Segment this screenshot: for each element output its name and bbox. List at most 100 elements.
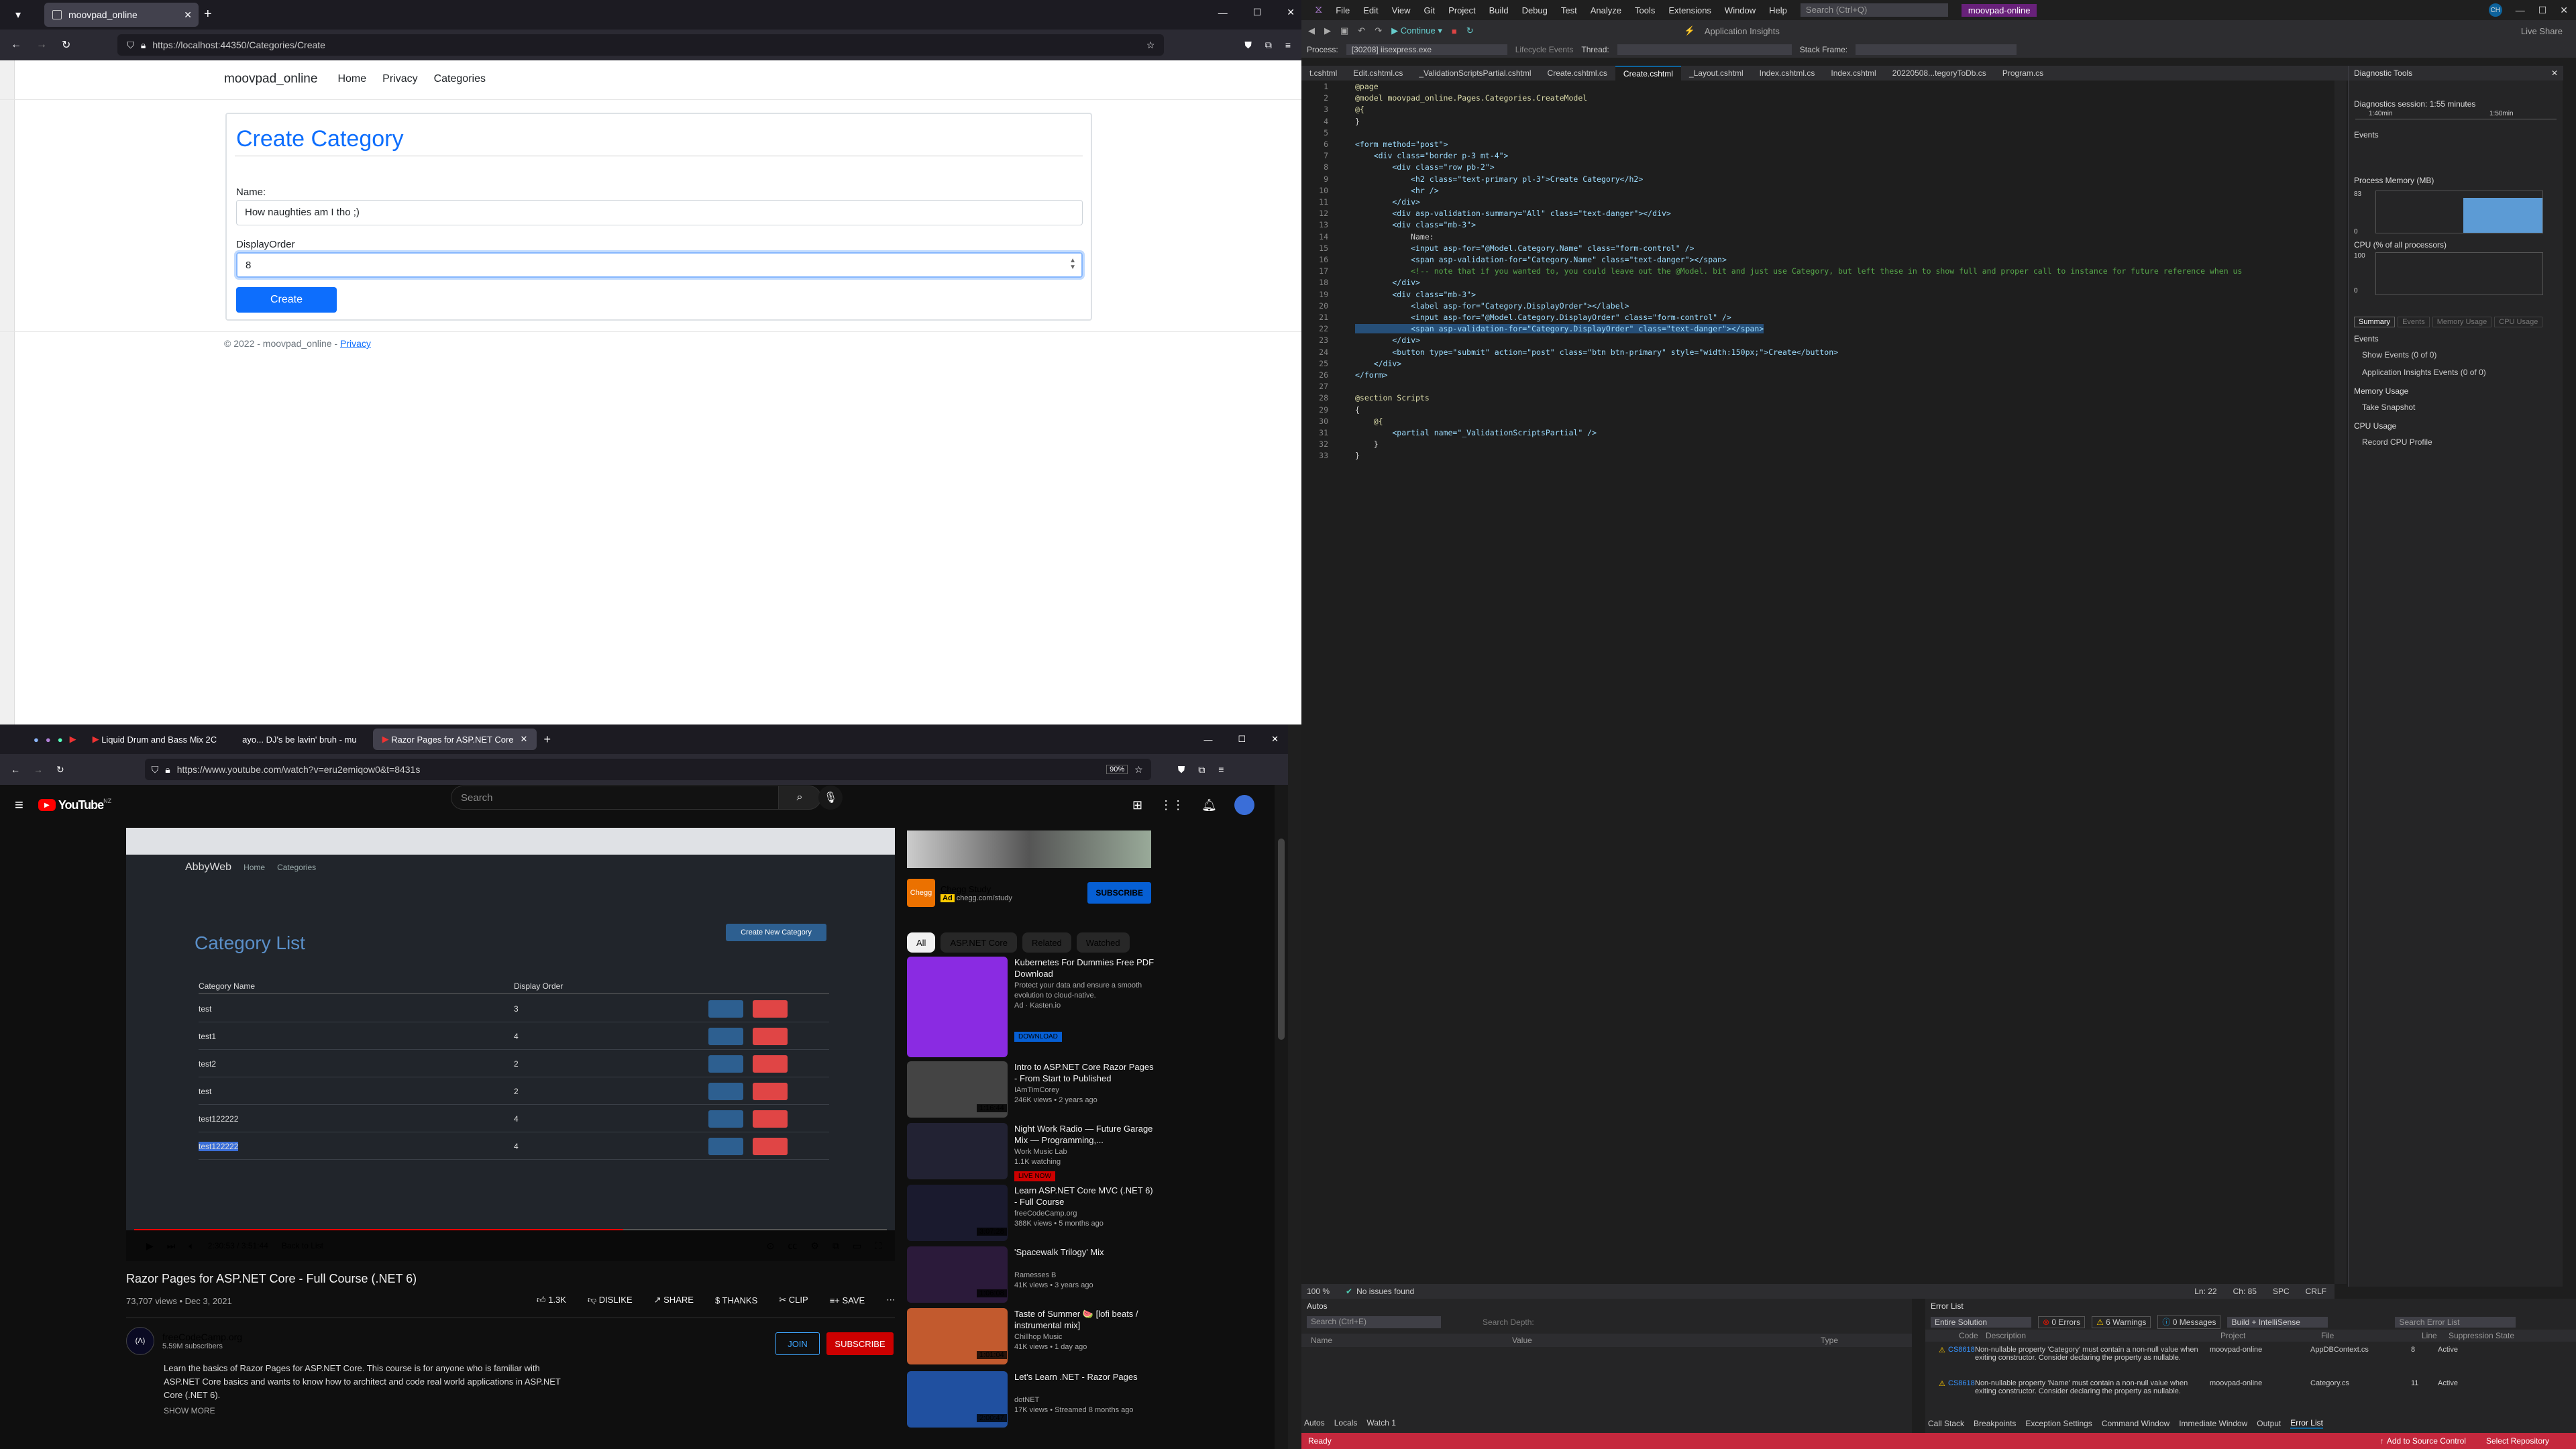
- extensions-icon[interactable]: ⧉: [1198, 764, 1205, 775]
- timeline-ruler[interactable]: 1:40min 1:50min: [2355, 110, 2557, 119]
- brand-link[interactable]: moovpad_online: [224, 72, 317, 87]
- next-icon[interactable]: ⏭: [167, 1240, 176, 1252]
- editor-scrollbar[interactable]: [2334, 80, 2347, 1284]
- show-more-link[interactable]: SHOW MORE: [164, 1406, 215, 1415]
- pinned-tab-icon[interactable]: ●: [34, 735, 39, 745]
- code-line[interactable]: }: [1355, 117, 1360, 126]
- ad-banner-image[interactable]: [907, 830, 1151, 868]
- tab-music-1[interactable]: ▶ Liquid Drum and Bass Mix 2C: [83, 729, 227, 750]
- create-icon[interactable]: ⊞: [1132, 798, 1142, 812]
- nav-privacy[interactable]: Privacy: [382, 73, 417, 85]
- menu-test[interactable]: Test: [1561, 5, 1577, 15]
- code-line[interactable]: </div>: [1355, 278, 1420, 287]
- code-line[interactable]: <input asp-for="@Model.Category.DisplayO…: [1355, 313, 1731, 322]
- issues-status[interactable]: No issues found: [1356, 1287, 1414, 1296]
- tab-exception-settings[interactable]: Exception Settings: [2025, 1419, 2092, 1428]
- stop-icon[interactable]: ■: [1452, 26, 1457, 36]
- bell-icon[interactable]: 🔔︎: [1201, 798, 1217, 812]
- stack-frame-select[interactable]: [1856, 44, 2017, 55]
- menu-build[interactable]: Build: [1489, 5, 1509, 15]
- nav-categories[interactable]: Categories: [434, 73, 486, 85]
- video-thumbnail[interactable]: [907, 1123, 1008, 1179]
- zoom-badge[interactable]: 90%: [1106, 765, 1128, 774]
- doc-tab[interactable]: 20220508...tegoryToDb.cs: [1884, 66, 1994, 80]
- code-line[interactable]: }: [1355, 439, 1379, 449]
- code-line[interactable]: <div class="mb-3">: [1355, 290, 1476, 299]
- autoplay-toggle[interactable]: ⊙: [767, 1240, 775, 1252]
- code-line[interactable]: <button type="submit" action="post" clas…: [1355, 347, 1838, 357]
- captions-icon[interactable]: ㏄: [788, 1239, 797, 1252]
- related-video[interactable]: Taste of Summer 🍉 [lofi beats / instrume…: [907, 1308, 1155, 1368]
- close-icon[interactable]: ✕: [184, 9, 192, 21]
- doc-tab[interactable]: _ValidationScriptsPartial.cshtml: [1411, 66, 1539, 80]
- back-icon[interactable]: ←: [11, 764, 20, 775]
- menu-analyze[interactable]: Analyze: [1591, 5, 1621, 15]
- process-select[interactable]: [30208] iisexpress.exe: [1346, 44, 1507, 55]
- related-video[interactable]: Learn ASP.NET Core MVC (.NET 6) - Full C…: [907, 1185, 1155, 1245]
- save-button[interactable]: ≡+ SAVE: [830, 1295, 865, 1305]
- menu-git[interactable]: Git: [1424, 5, 1436, 15]
- tab-breakpoints[interactable]: Breakpoints: [1974, 1419, 2016, 1428]
- thanks-button[interactable]: $ THANKS: [715, 1295, 757, 1305]
- code-line[interactable]: {: [1355, 405, 1360, 415]
- tab-events[interactable]: Events: [2398, 317, 2430, 327]
- chip-all[interactable]: All: [907, 932, 936, 953]
- close-window-icon[interactable]: ✕: [1287, 7, 1295, 18]
- footer-privacy-link[interactable]: Privacy: [340, 338, 371, 349]
- join-button[interactable]: JOIN: [775, 1332, 820, 1355]
- menu-tools[interactable]: Tools: [1635, 5, 1655, 15]
- video-title[interactable]: Night Work Radio — Future Garage Mix — P…: [1014, 1123, 1155, 1146]
- doc-tab[interactable]: Create.cshtml: [1615, 66, 1681, 80]
- minimize-icon[interactable]: —: [1203, 735, 1212, 745]
- error-code[interactable]: CS8618: [1948, 1346, 1975, 1354]
- doc-tab[interactable]: Index.cshtml: [1823, 66, 1884, 80]
- tab-watch[interactable]: Watch 1: [1366, 1418, 1396, 1428]
- maximize-icon[interactable]: ☐: [1238, 734, 1246, 745]
- menu-edit[interactable]: Edit: [1363, 5, 1378, 15]
- pocket-icon[interactable]: ⛊: [1244, 40, 1252, 51]
- error-code[interactable]: CS8618: [1948, 1379, 1975, 1387]
- restart-icon[interactable]: ↻: [1466, 25, 1474, 36]
- apps-icon[interactable]: ⋮⋮: [1160, 798, 1184, 812]
- code-line[interactable]: <span asp-validation-for="Category.Name"…: [1355, 255, 1727, 264]
- undo-icon[interactable]: ↶: [1358, 25, 1365, 36]
- chapter-label[interactable]: Back to List: [282, 1241, 323, 1250]
- tab-output[interactable]: Output: [2257, 1419, 2281, 1428]
- download-button[interactable]: DOWNLOAD: [1014, 1032, 1062, 1042]
- pocket-icon[interactable]: ⛊: [1178, 764, 1185, 775]
- lifecycle-events[interactable]: Lifecycle Events: [1515, 45, 1574, 54]
- doc-tab[interactable]: Index.cshtml.cs: [1752, 66, 1823, 80]
- add-source-control[interactable]: Add to Source Control: [2387, 1436, 2466, 1446]
- live-share-button[interactable]: Live Share: [2521, 26, 2563, 36]
- spinner-icon[interactable]: ▲ ▼: [1069, 258, 1076, 271]
- code-line[interactable]: @model moovpad_online.Pages.Categories.C…: [1355, 93, 1587, 103]
- video-thumbnail[interactable]: [907, 957, 1008, 1057]
- tab-music-2[interactable]: ayo... DJ's be lavin' bruh - mu: [233, 729, 366, 750]
- close-icon[interactable]: ✕: [2551, 68, 2558, 78]
- youtube-tab-icon[interactable]: ▶: [70, 734, 76, 745]
- show-events-link[interactable]: Show Events (0 of 0): [2362, 350, 2436, 360]
- nav-home[interactable]: Home: [337, 73, 366, 85]
- code-line[interactable]: <div asp-validation-summary="All" class=…: [1355, 209, 1670, 218]
- forward-icon[interactable]: ▶: [1324, 25, 1331, 36]
- minimize-icon[interactable]: —: [2516, 5, 2525, 15]
- code-line[interactable]: <h2 class="text-primary pl-3">Create Cat…: [1355, 174, 1643, 184]
- code-line[interactable]: <!-- note that if you wanted to, you cou…: [1355, 266, 2242, 276]
- bookmark-star-icon[interactable]: ☆: [1146, 40, 1155, 51]
- new-tab-icon[interactable]: +: [543, 733, 551, 747]
- code-line[interactable]: <partial name="_ValidationScriptsPartial…: [1355, 428, 1597, 437]
- tab-call-stack[interactable]: Call Stack: [1928, 1419, 1964, 1428]
- take-snapshot-button[interactable]: Take Snapshot: [2362, 402, 2415, 412]
- doc-tab[interactable]: t.cshtml: [1301, 66, 1345, 80]
- code-line[interactable]: <div class="border p-3 mt-4">: [1355, 151, 1509, 160]
- like-button[interactable]: 👍︎ 1.3K: [537, 1295, 566, 1305]
- code-line[interactable]: @page: [1355, 82, 1379, 91]
- menu-project[interactable]: Project: [1448, 5, 1475, 15]
- menu-debug[interactable]: Debug: [1522, 5, 1548, 15]
- tab-cpu-usage[interactable]: CPU Usage: [2494, 317, 2543, 327]
- name-input[interactable]: How naughties am I tho ;): [236, 200, 1083, 225]
- code-line[interactable]: <span asp-validation-for="Category.Displ…: [1355, 324, 1764, 334]
- related-video[interactable]: Intro to ASP.NET Core Razor Pages - From…: [907, 1061, 1155, 1122]
- tab-list-icon[interactable]: ▾: [9, 7, 27, 23]
- display-order-input[interactable]: 8 ▲ ▼: [236, 252, 1083, 278]
